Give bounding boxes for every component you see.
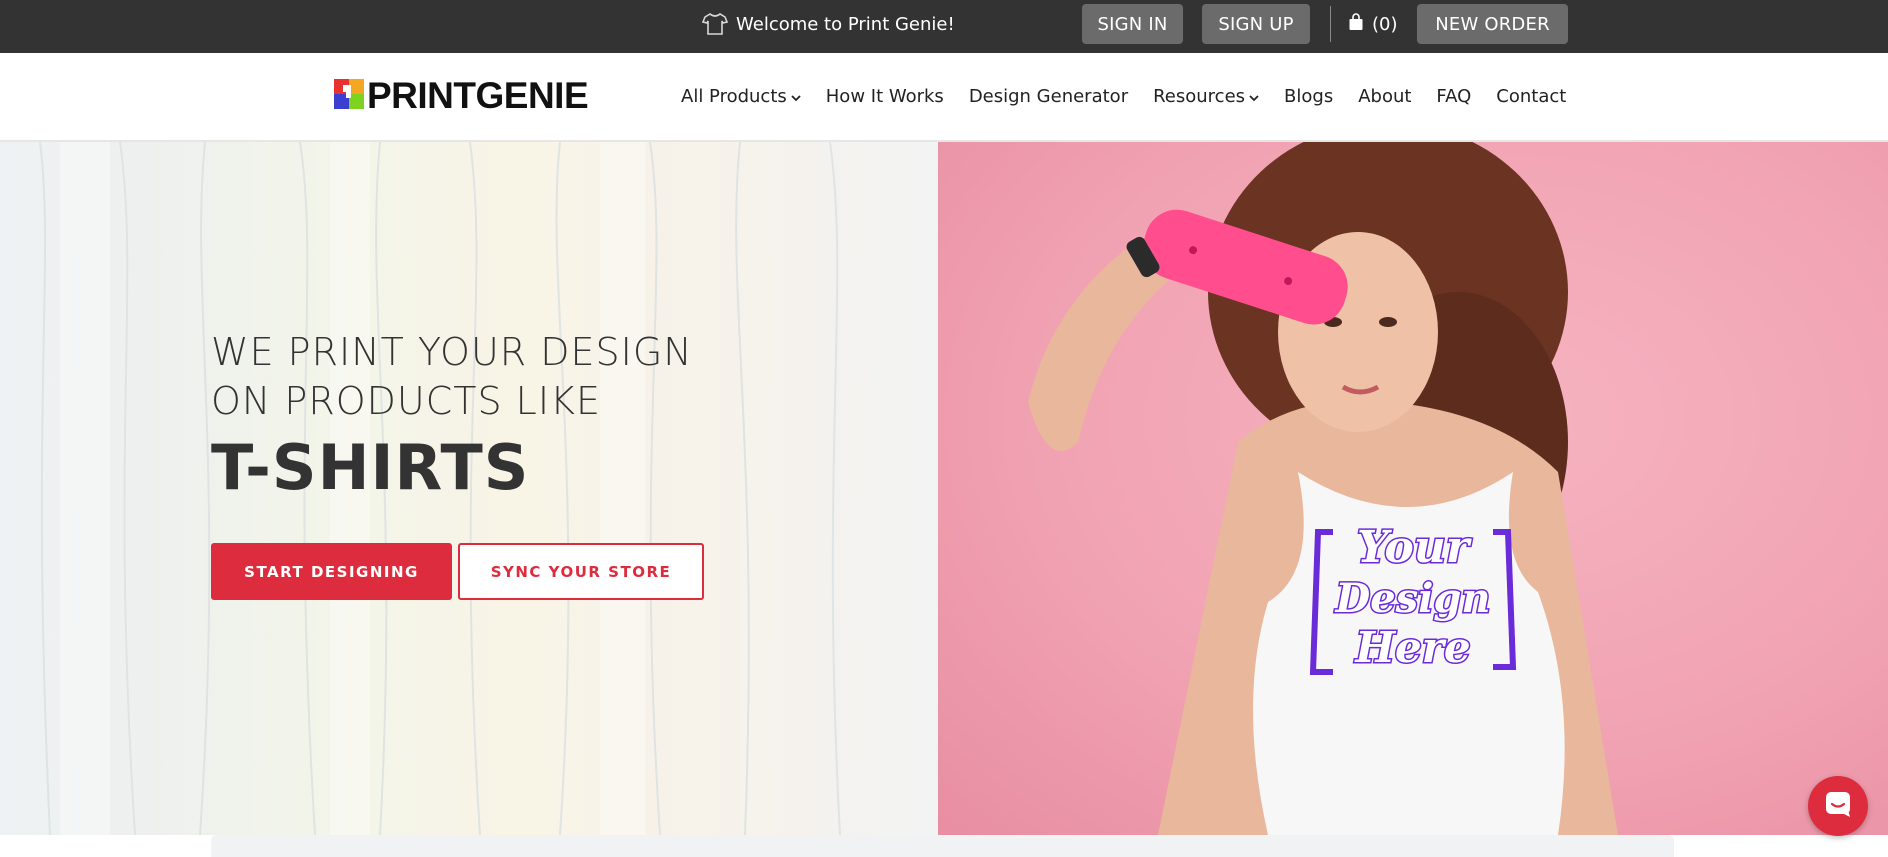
site-logo[interactable]: PRINTGENIE	[334, 75, 589, 117]
nav-menu: All Products How It Works Design Generat…	[681, 75, 1566, 117]
nav-item-all-products[interactable]: All Products	[681, 86, 801, 107]
content-card-top-edge	[211, 835, 1674, 857]
welcome-message: Welcome to Print Genie!	[702, 0, 955, 48]
start-designing-button[interactable]: START DESIGNING	[211, 543, 452, 600]
sign-up-button[interactable]: SIGN UP	[1202, 4, 1310, 44]
topbar-divider	[1330, 6, 1331, 42]
shopping-bag-icon	[1348, 12, 1364, 36]
hero-model-image: Your Design Here	[938, 142, 1888, 835]
nav-item-how-it-works[interactable]: How It Works	[826, 86, 944, 107]
sync-your-store-button[interactable]: SYNC YOUR STORE	[458, 543, 704, 600]
print-line-2: Design	[1335, 575, 1491, 622]
main-navbar: PRINTGENIE All Products How It Works Des…	[0, 53, 1888, 142]
chevron-down-icon	[791, 86, 801, 107]
nav-item-blogs[interactable]: Blogs	[1284, 86, 1333, 107]
nav-label: All Products	[681, 85, 787, 107]
nav-item-resources[interactable]: Resources	[1153, 86, 1259, 107]
print-line-1: Your	[1357, 522, 1472, 573]
nav-label: How It Works	[825, 85, 944, 107]
top-bar: Welcome to Print Genie! SIGN IN SIGN UP …	[0, 0, 1888, 53]
model-with-skateboard-illustration: Your Design Here	[1028, 142, 1618, 835]
nav-label: About	[1358, 85, 1412, 107]
cart-link[interactable]: (0)	[1348, 0, 1398, 48]
chevron-down-icon	[1249, 86, 1259, 107]
sign-in-button[interactable]: SIGN IN	[1082, 4, 1183, 44]
hero-product-word: T-SHIRTS	[211, 431, 530, 504]
hero-line-2: ON PRODUCTS LIKE	[211, 379, 601, 423]
tshirt-icon	[702, 12, 728, 36]
nav-label: Design Generator	[968, 85, 1129, 107]
welcome-text: Welcome to Print Genie!	[736, 13, 955, 35]
nav-label: Blogs	[1284, 85, 1334, 107]
nav-label: Resources	[1153, 85, 1246, 107]
nav-item-design-generator[interactable]: Design Generator	[969, 86, 1128, 107]
logo-mark-icon	[334, 79, 364, 113]
print-line-3: Here	[1354, 623, 1470, 672]
chat-bubble-icon	[1824, 790, 1852, 822]
nav-label: FAQ	[1436, 85, 1472, 107]
cart-count: (0)	[1372, 13, 1398, 35]
chat-launcher-button[interactable]	[1808, 776, 1868, 836]
nav-item-faq[interactable]: FAQ	[1436, 86, 1471, 107]
nav-item-about[interactable]: About	[1358, 86, 1411, 107]
nav-label: Contact	[1496, 85, 1567, 107]
hero-line-1: WE PRINT YOUR DESIGN	[211, 330, 693, 374]
logo-text: PRINTGENIE	[367, 75, 589, 116]
hero-headline: WE PRINT YOUR DESIGN ON PRODUCTS LIKE T-…	[211, 328, 693, 506]
new-order-button[interactable]: NEW ORDER	[1417, 4, 1568, 44]
nav-item-contact[interactable]: Contact	[1496, 86, 1566, 107]
